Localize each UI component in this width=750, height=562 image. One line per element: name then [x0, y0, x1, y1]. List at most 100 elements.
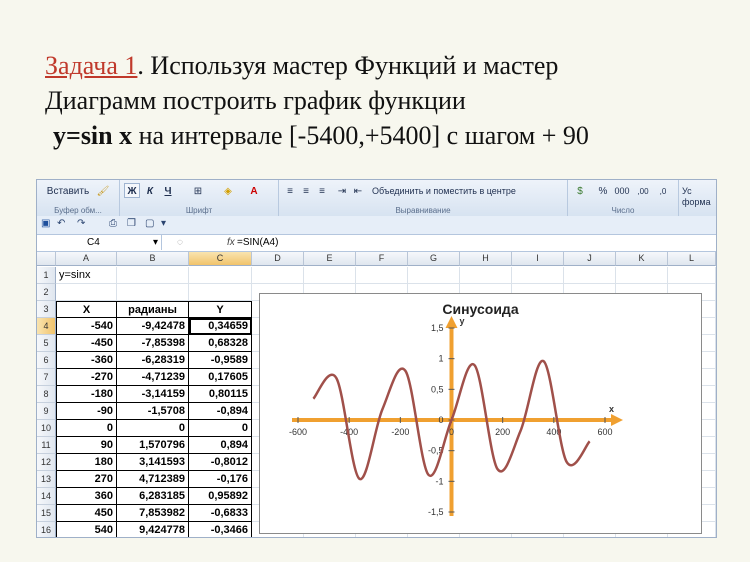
cell-a2[interactable] — [56, 284, 117, 301]
row-header-7[interactable]: 7 — [37, 369, 56, 386]
cell-a12[interactable]: 180 — [56, 454, 117, 471]
borders-icon[interactable]: ⊞ — [190, 183, 206, 198]
cell-c2[interactable] — [189, 284, 252, 301]
cell-c9[interactable]: -0,894 — [189, 403, 252, 420]
column-header-f[interactable]: F — [356, 252, 408, 266]
row-header-4[interactable]: 4 — [37, 318, 56, 335]
cell-b8[interactable]: -3,14159 — [117, 386, 189, 403]
cell-a11[interactable]: 90 — [56, 437, 117, 454]
row-header-10[interactable]: 10 — [37, 420, 56, 437]
task-link[interactable]: Задача 1 — [45, 51, 137, 80]
cell-a14[interactable]: 360 — [56, 488, 117, 505]
cell-e1[interactable] — [304, 267, 356, 284]
new-document-icon[interactable]: ▢ — [145, 218, 154, 229]
cell-b15[interactable]: 7,853982 — [117, 505, 189, 522]
cell-c11[interactable]: 0,894 — [189, 437, 252, 454]
formula-input[interactable]: =SIN(A4) — [237, 235, 278, 250]
cell-c16[interactable]: -0,3466 — [189, 522, 252, 537]
cell-b5[interactable]: -7,85398 — [117, 335, 189, 352]
font-color-icon[interactable]: A — [246, 183, 262, 198]
cell-k1[interactable] — [616, 267, 668, 284]
column-header-j[interactable]: J — [564, 252, 616, 266]
cell-b16[interactable]: 9,424778 — [117, 522, 189, 537]
cell-a3[interactable]: X — [56, 301, 117, 318]
column-header-a[interactable]: A — [56, 252, 117, 266]
decrease-decimal-button[interactable]: ,0 — [654, 183, 672, 198]
cell-h1[interactable] — [460, 267, 512, 284]
align-left-icon[interactable]: ≡ — [283, 183, 297, 198]
column-header-h[interactable]: H — [460, 252, 512, 266]
column-header-d[interactable]: D — [252, 252, 304, 266]
cell-a5[interactable]: -450 — [56, 335, 117, 352]
fx-icon[interactable]: fx — [227, 235, 235, 250]
cell-j1[interactable] — [564, 267, 616, 284]
cell-a4[interactable]: -540 — [56, 318, 117, 335]
percent-button[interactable]: % — [596, 183, 610, 198]
row-header-11[interactable]: 11 — [37, 437, 56, 454]
cell-l1[interactable] — [668, 267, 716, 284]
row-header-15[interactable]: 15 — [37, 505, 56, 522]
cell-c1[interactable] — [189, 267, 252, 284]
italic-button[interactable]: К — [142, 183, 158, 198]
cell-c7[interactable]: 0,17605 — [189, 369, 252, 386]
cell-a16[interactable]: 540 — [56, 522, 117, 537]
column-header-c[interactable]: C — [189, 252, 252, 266]
fill-color-icon[interactable]: ◈ — [220, 183, 236, 198]
cell-a7[interactable]: -270 — [56, 369, 117, 386]
undo-icon[interactable]: ↶ — [57, 218, 65, 229]
name-box[interactable]: C4 — [37, 235, 162, 250]
cell-c12[interactable]: -0,8012 — [189, 454, 252, 471]
cell-a9[interactable]: -90 — [56, 403, 117, 420]
outdent-icon[interactable]: ⇤ — [351, 183, 365, 198]
cell-b6[interactable]: -6,28319 — [117, 352, 189, 369]
row-header-5[interactable]: 5 — [37, 335, 56, 352]
row-header-1[interactable]: 1 — [37, 267, 56, 284]
cell-b3[interactable]: радианы — [117, 301, 189, 318]
cell-i1[interactable] — [512, 267, 564, 284]
cell-f1[interactable] — [356, 267, 408, 284]
cell-g1[interactable] — [408, 267, 460, 284]
align-center-icon[interactable]: ≡ — [299, 183, 313, 198]
format-button[interactable]: форма — [681, 194, 715, 209]
column-header-b[interactable]: B — [117, 252, 189, 266]
cell-b11[interactable]: 1,570796 — [117, 437, 189, 454]
cell-a1[interactable]: y=sinx — [56, 267, 117, 284]
name-box-dropdown-icon[interactable]: ▾ — [153, 235, 158, 250]
paste-button[interactable]: Вставить — [43, 183, 93, 198]
cell-a10[interactable]: 0 — [56, 420, 117, 437]
row-header-2[interactable]: 2 — [37, 284, 56, 301]
cell-c14[interactable]: 0,95892 — [189, 488, 252, 505]
row-header-9[interactable]: 9 — [37, 403, 56, 420]
copy-icon[interactable]: ❐ — [127, 218, 136, 229]
increase-decimal-button[interactable]: ,00 — [634, 183, 652, 198]
align-right-icon[interactable]: ≡ — [315, 183, 329, 198]
bold-button[interactable]: Ж — [124, 183, 140, 198]
thousands-button[interactable]: 000 — [612, 183, 632, 198]
save-icon[interactable]: ▣ — [41, 218, 50, 229]
cell-c10[interactable]: 0 — [189, 420, 252, 437]
cell-c5[interactable]: 0,68328 — [189, 335, 252, 352]
row-header-3[interactable]: 3 — [37, 301, 56, 318]
cell-c13[interactable]: -0,176 — [189, 471, 252, 488]
format-painter-icon[interactable]: 🖌 — [95, 183, 111, 198]
cell-a15[interactable]: 450 — [56, 505, 117, 522]
row-header-12[interactable]: 12 — [37, 454, 56, 471]
cell-c15[interactable]: -0,6833 — [189, 505, 252, 522]
row-header-8[interactable]: 8 — [37, 386, 56, 403]
column-header-k[interactable]: K — [616, 252, 668, 266]
cell-b7[interactable]: -4,71239 — [117, 369, 189, 386]
cell-b4[interactable]: -9,42478 — [117, 318, 189, 335]
dropdown-icon[interactable]: ▾ — [161, 218, 166, 229]
indent-icon[interactable]: ⇥ — [335, 183, 349, 198]
cell-d1[interactable] — [252, 267, 304, 284]
column-header-e[interactable]: E — [304, 252, 356, 266]
row-header-16[interactable]: 16 — [37, 522, 56, 537]
cell-c4[interactable]: 0,34659 — [189, 318, 252, 335]
column-header-l[interactable]: L — [668, 252, 716, 266]
cell-b13[interactable]: 4,712389 — [117, 471, 189, 488]
cell-a8[interactable]: -180 — [56, 386, 117, 403]
cell-c8[interactable]: 0,80115 — [189, 386, 252, 403]
underline-button[interactable]: Ч — [160, 183, 176, 198]
print-preview-icon[interactable]: ⎙ — [109, 218, 117, 229]
select-all-corner[interactable] — [37, 252, 56, 266]
